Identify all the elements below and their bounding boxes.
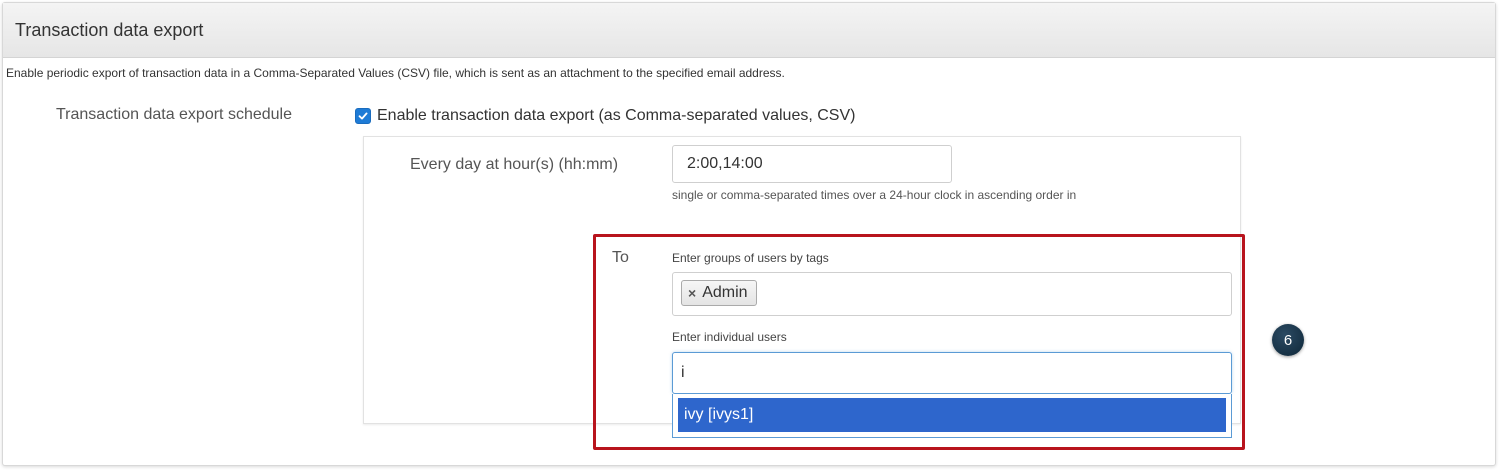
- panel-description: Enable periodic export of transaction da…: [6, 66, 785, 80]
- highlight-annotation-box: [593, 234, 1245, 450]
- hours-label: Every day at hour(s) (hh:mm): [410, 156, 619, 173]
- enable-export-label[interactable]: Enable transaction data export (as Comma…: [377, 107, 855, 125]
- hours-input[interactable]: [672, 145, 952, 183]
- panel-title: Transaction data export: [15, 20, 204, 40]
- enable-export-row[interactable]: Enable transaction data export (as Comma…: [355, 107, 855, 125]
- enable-export-checkbox[interactable]: [355, 108, 371, 124]
- panel-header: Transaction data export: [3, 3, 1495, 58]
- callout-badge: 6: [1272, 324, 1304, 356]
- checkmark-icon: [358, 112, 368, 120]
- hours-help-text: single or comma-separated times over a 2…: [672, 188, 1077, 202]
- schedule-label: Transaction data export schedule: [56, 106, 292, 123]
